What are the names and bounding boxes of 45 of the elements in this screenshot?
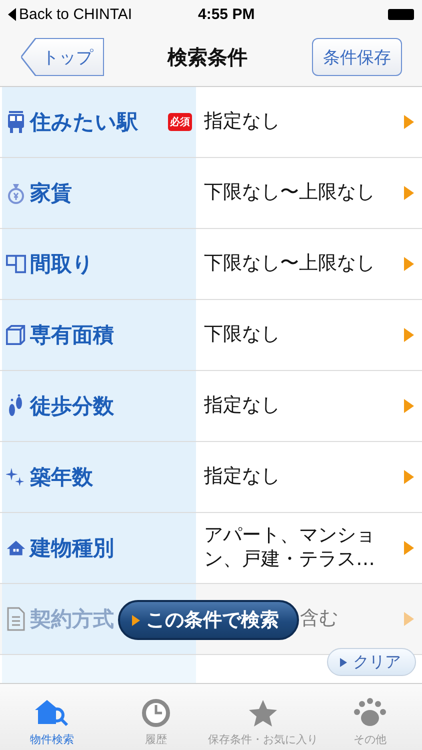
search-button[interactable]: この条件で検索: [118, 600, 299, 640]
condition-value[interactable]: 指定なし: [204, 394, 280, 418]
paw-icon: [353, 698, 387, 728]
condition-value[interactable]: 下限なし〜上限なし: [204, 181, 375, 205]
condition-label: 築年数: [30, 464, 93, 491]
clock-icon: [139, 698, 173, 728]
condition-value[interactable]: 下限なし: [204, 323, 280, 347]
condition-value[interactable]: 指定なし: [204, 110, 280, 134]
condition-value[interactable]: アパート、マンション、戸建・テラス…: [204, 524, 404, 572]
condition-label: 徒歩分数: [30, 393, 114, 420]
screen-title: 検索条件: [168, 44, 248, 70]
condition-label: 家賃: [30, 180, 72, 207]
play-arrow-icon: [132, 614, 140, 626]
condition-value[interactable]: 含む: [300, 607, 338, 631]
condition-label: 住みたい駅: [30, 109, 138, 136]
disclosure-arrow-icon: [404, 399, 414, 413]
required-badge: 必須: [168, 113, 192, 131]
condition-label: 建物種別: [30, 535, 114, 562]
disclosure-arrow-icon: [404, 612, 414, 626]
disclosure-arrow-icon: [404, 186, 414, 200]
clear-button[interactable]: クリア: [327, 648, 416, 676]
disclosure-arrow-icon: [404, 257, 414, 271]
disclosure-arrow-icon: [404, 115, 414, 129]
save-conditions-button[interactable]: 条件保存: [312, 38, 402, 76]
back-button[interactable]: トップ: [22, 39, 103, 75]
back-to-app-link[interactable]: Back to CHINTAI: [19, 6, 132, 22]
money-bag-icon: [6, 181, 26, 205]
condition-label: 専有面積: [30, 322, 114, 349]
floor-plan-icon: [6, 252, 26, 276]
back-triangle-icon: [8, 8, 16, 20]
battery-icon: [388, 8, 414, 20]
disclosure-arrow-icon: [404, 328, 414, 342]
train-icon: [6, 110, 26, 134]
house-search-icon: [35, 698, 69, 728]
cube-icon: [6, 323, 26, 347]
document-icon: [6, 607, 26, 631]
status-time: 4:55 PM: [198, 6, 256, 22]
condition-value[interactable]: 指定なし: [204, 465, 280, 489]
tab-bar-item[interactable]: 物件検索: [0, 684, 104, 750]
disclosure-arrow-icon: [404, 541, 414, 555]
play-arrow-icon: [340, 656, 348, 668]
condition-value[interactable]: 下限なし〜上限なし: [204, 252, 375, 276]
disclosure-arrow-icon: [404, 470, 414, 484]
condition-label: 間取り: [30, 251, 94, 278]
condition-label: 契約方式: [30, 606, 114, 633]
